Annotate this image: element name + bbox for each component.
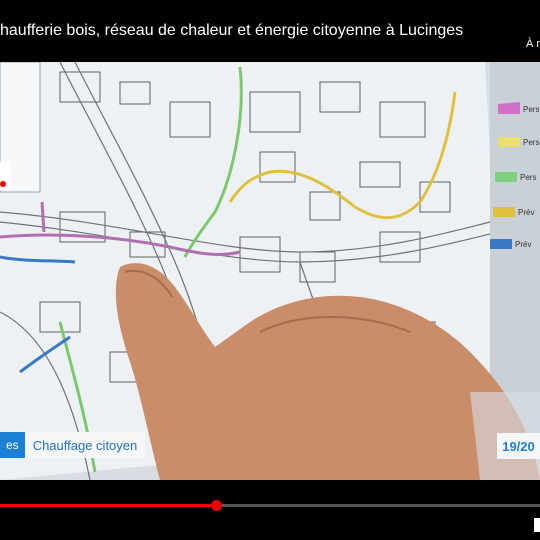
lower-third: es Chauffage citoyen (0, 432, 146, 458)
legend-label-3: Pers (520, 173, 536, 182)
progress-knob[interactable] (211, 500, 222, 511)
legend-label-1: Pers (523, 105, 539, 114)
lower-third-tag: es (0, 432, 25, 458)
share-link[interactable]: À r (526, 38, 540, 50)
legend-label-4: Prév (518, 208, 534, 217)
progress-bar[interactable] (0, 500, 540, 511)
lower-third-caption: Chauffage citoyen (24, 432, 146, 458)
video-title-bar: haufferie bois, réseau de chaleur et éne… (0, 0, 540, 62)
live-indicator (0, 181, 6, 187)
fullscreen-button[interactable] (534, 518, 540, 532)
player-controls (0, 480, 540, 540)
legend-label-5: Prév (515, 240, 531, 249)
progress-fill (0, 504, 216, 507)
video-frame[interactable]: Pers Pers Pers Prév Prév (0, 62, 540, 480)
legend-label-2: Pers (523, 138, 539, 147)
channel-logo: 19/20 (497, 433, 540, 459)
map-photo: Pers Pers Pers Prév Prév (0, 62, 540, 480)
video-title[interactable]: haufferie bois, réseau de chaleur et éne… (0, 22, 463, 40)
